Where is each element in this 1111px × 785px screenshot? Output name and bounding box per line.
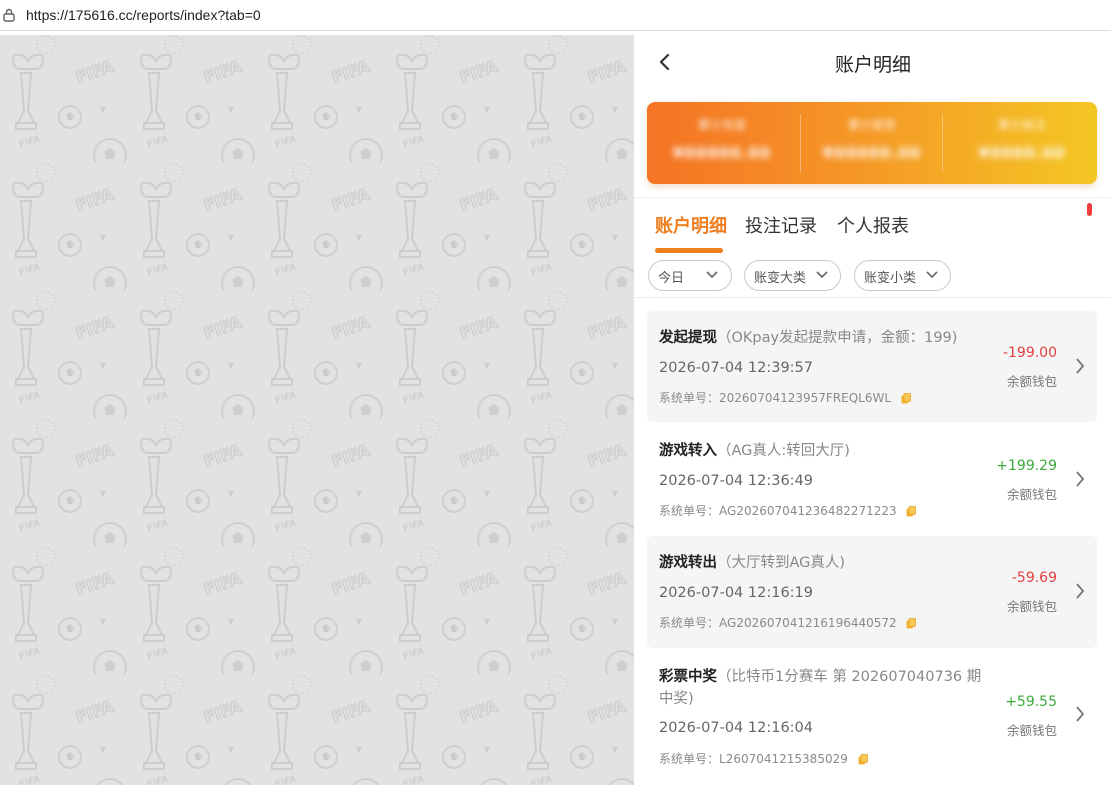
list-item[interactable]: 游戏转出（大厅转到AG真人) 2026-07-04 12:16:19 系统单号：… [647, 536, 1097, 648]
record-order: 系统单号：20260704123957FREQL6WL [659, 389, 911, 406]
nav-bar: 账户明细 [635, 35, 1111, 90]
copy-icon[interactable] [901, 393, 911, 404]
record-amount: -59.69 [1011, 570, 1057, 586]
stat-bet: 累计投注 ¥0000.00 [947, 102, 1097, 184]
record-wallet: 余额钱包 [1006, 487, 1057, 502]
chevron-down-icon [926, 271, 938, 279]
stat-withdraw: 累计提现 ¥00000.00 [797, 102, 947, 184]
chevron-right-icon [1076, 358, 1085, 374]
record-list: 发起提现（OKpay发起提款申请，金额：199) 2026-07-04 12:3… [635, 298, 1111, 785]
copy-icon[interactable] [858, 754, 868, 765]
record-title: 发起提现（OKpay发起提款申请，金额：199) [659, 327, 989, 349]
record-type: 游戏转入 [659, 443, 717, 459]
stat-value: ¥00000.00 [672, 144, 772, 162]
record-type: 发起提现 [659, 330, 717, 346]
record-amount: -199.00 [1002, 345, 1057, 361]
stat-label: 累计充值 [697, 118, 746, 132]
stat-value: ¥00000.00 [822, 144, 922, 162]
chevron-right-icon [1076, 706, 1085, 722]
tab-bet-records[interactable]: 投注记录 [745, 212, 817, 238]
filter-label: 账变小类 [864, 271, 917, 286]
chevron-down-icon [706, 271, 718, 279]
record-wallet: 余额钱包 [1006, 723, 1057, 738]
filter-label: 今日 [658, 271, 685, 286]
active-tab-indicator [655, 248, 723, 253]
lock-icon [3, 8, 15, 22]
record-amount: +199.29 [996, 458, 1057, 474]
summary-banner: 累计充值 ¥00000.00 累计提现 ¥00000.00 累计投注 ¥0000… [647, 102, 1097, 184]
list-item[interactable]: 彩票中奖（比特币1分赛车 第 202607040736 期 中奖) 2026-0… [647, 650, 1097, 785]
tab-account-details[interactable]: 账户明细 [655, 212, 727, 238]
background-pattern: FIFA FIFA [0, 35, 634, 785]
record-time: 2026-07-04 12:39:57 [659, 360, 813, 376]
order-number: L2607041215385029 [719, 752, 848, 766]
order-label: 系统单号： [659, 391, 720, 405]
record-detail: （OKpay发起提款申请，金额：199) [717, 330, 958, 346]
category-filter-select[interactable]: 账变大类 [744, 260, 841, 291]
record-wallet: 余额钱包 [1006, 374, 1057, 389]
notification-dot [1087, 203, 1092, 216]
order-label: 系统单号： [659, 616, 720, 630]
url-text[interactable]: https://175616.cc/reports/index?tab=0 [26, 7, 261, 23]
order-number: 20260704123957FREQL6WL [719, 391, 892, 405]
chevron-right-icon [1076, 471, 1085, 487]
tab-personal-report[interactable]: 个人报表 [837, 212, 909, 238]
address-bar[interactable]: https://175616.cc/reports/index?tab=0 [0, 0, 1111, 31]
chevron-down-icon [816, 271, 828, 279]
order-number: AG202607041216196440572 [719, 616, 897, 630]
record-time: 2026-07-04 12:36:49 [659, 473, 813, 489]
record-detail: （大厅转到AG真人) [717, 555, 846, 571]
copy-icon[interactable] [906, 506, 917, 517]
record-title: 游戏转入（AG真人:转回大厅) [659, 440, 989, 462]
record-type: 彩票中奖 [659, 669, 717, 685]
tab-bar: 账户明细 投注记录 个人报表 [635, 198, 1111, 256]
record-amount: +59.55 [1005, 694, 1057, 710]
record-type: 游戏转出 [659, 555, 717, 571]
record-wallet: 余额钱包 [1006, 599, 1057, 614]
stat-label: 累计提现 [847, 118, 896, 132]
list-item[interactable]: 发起提现（OKpay发起提款申请，金额：199) 2026-07-04 12:3… [647, 311, 1097, 422]
record-title: 游戏转出（大厅转到AG真人) [659, 552, 989, 574]
filter-label: 账变大类 [754, 271, 807, 286]
stat-label: 累计投注 [997, 118, 1046, 132]
copy-icon[interactable] [906, 618, 917, 629]
stat-value: ¥0000.00 [978, 144, 1066, 162]
record-order: 系统单号：AG202607041236482271223 [659, 502, 917, 519]
stat-deposit: 累计充值 ¥00000.00 [647, 102, 797, 184]
record-time: 2026-07-04 12:16:04 [659, 720, 813, 736]
order-label: 系统单号： [659, 504, 720, 518]
record-order: 系统单号：L2607041215385029 [659, 750, 868, 767]
record-time: 2026-07-04 12:16:19 [659, 585, 813, 601]
divider [942, 114, 943, 172]
page-title: 账户明细 [834, 54, 911, 76]
chevron-right-icon [1076, 583, 1085, 599]
account-panel: 账户明细 累计充值 ¥00000.00 累计提现 ¥00000.00 累计投注 … [635, 35, 1111, 785]
record-title: 彩票中奖（比特币1分赛车 第 202607040736 期 中奖) [659, 666, 984, 710]
record-detail: （AG真人:转回大厅) [717, 443, 850, 459]
record-order: 系统单号：AG202607041216196440572 [659, 614, 917, 631]
list-item[interactable]: 游戏转入（AG真人:转回大厅) 2026-07-04 12:36:49 系统单号… [647, 424, 1097, 534]
order-number: AG202607041236482271223 [719, 504, 897, 518]
filter-bar: 今日 账变大类 账变小类 [635, 256, 1111, 298]
date-filter-select[interactable]: 今日 [648, 260, 732, 291]
subcategory-filter-select[interactable]: 账变小类 [854, 260, 951, 291]
order-label: 系统单号： [659, 752, 720, 766]
